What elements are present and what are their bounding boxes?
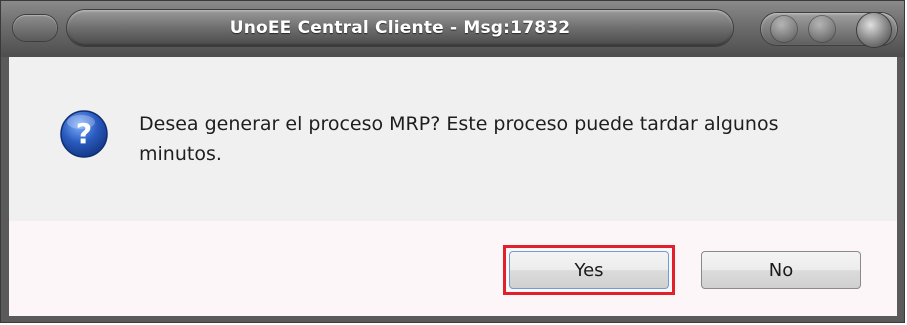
- window-controls: [761, 13, 897, 47]
- no-button[interactable]: No: [701, 251, 861, 289]
- question-icon: ?: [60, 110, 108, 158]
- message-dialog: UnoEE Central Cliente - Msg:17832 ? Dese…: [0, 0, 905, 323]
- button-area: Yes No: [9, 221, 897, 316]
- yes-button-highlight: [503, 245, 675, 295]
- title-pill: UnoEE Central Cliente - Msg:17832: [67, 10, 733, 46]
- maximize-button[interactable]: [809, 16, 835, 42]
- title-bar[interactable]: UnoEE Central Cliente - Msg:17832: [1, 1, 904, 57]
- svg-text:?: ?: [76, 117, 92, 150]
- dialog-message: Desea generar el proceso MRP? Este proce…: [139, 113, 779, 165]
- message-area: ? Desea generar el proceso MRP? Este pro…: [9, 57, 897, 221]
- window-title: UnoEE Central Cliente - Msg:17832: [229, 18, 571, 38]
- close-button[interactable]: [857, 13, 891, 47]
- minimize-button[interactable]: [771, 16, 797, 42]
- window-menu-button[interactable]: [13, 15, 57, 41]
